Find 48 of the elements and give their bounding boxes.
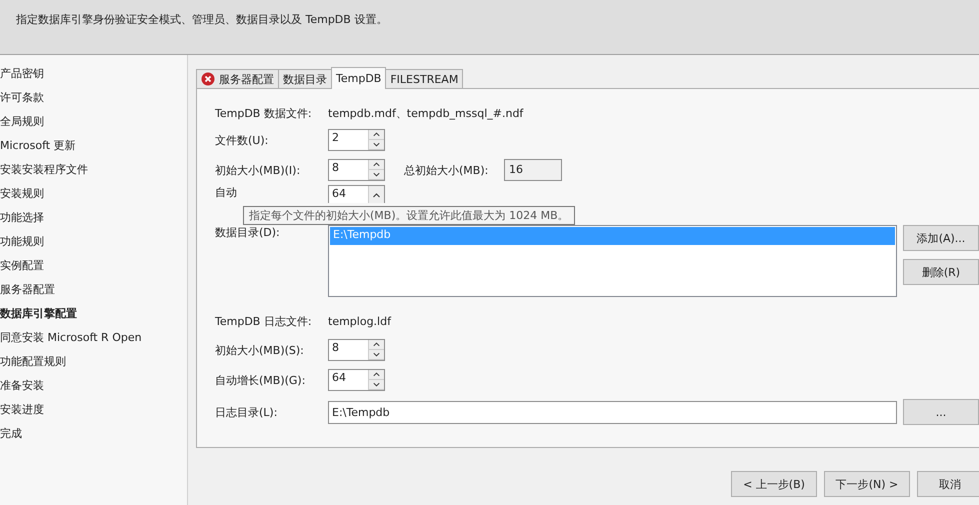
number-spinner[interactable]: 2: [328, 129, 385, 151]
number-spinner[interactable]: 64: [328, 369, 385, 391]
field-label: 初始大小(MB)(S):: [215, 342, 305, 358]
field-label: 总初始大小(MB):: [404, 162, 490, 178]
sidebar-item[interactable]: 安装安装程序文件: [0, 161, 187, 179]
back-button[interactable]: < 上一步(B): [731, 471, 817, 497]
file-names: tempdb.mdf、tempdb_mssql_#.ndf: [328, 106, 524, 120]
sidebar-item[interactable]: 全局规则: [0, 113, 187, 131]
sidebar-item[interactable]: 安装进度: [0, 401, 187, 419]
page-description: 指定数据库引擎身份验证安全模式、管理员、数据目录以及 TempDB 设置。: [16, 13, 388, 26]
sidebar-item[interactable]: 同意安装 Microsoft R Open: [0, 329, 187, 347]
browse-button[interactable]: ...: [903, 399, 979, 425]
sidebar-item[interactable]: 功能配置规则: [0, 353, 187, 371]
sidebar-item[interactable]: 功能选择: [0, 209, 187, 227]
field-label: TempDB 日志文件:: [215, 314, 313, 328]
cancel-button[interactable]: 取消: [917, 471, 979, 497]
tab[interactable]: 数据目录: [278, 69, 332, 89]
sidebar-item[interactable]: 安装规则: [0, 185, 187, 203]
sidebar-item[interactable]: Microsoft 更新: [0, 137, 187, 155]
tooltip: 指定每个文件的初始大小(MB)。设置允许此值最大为 1024 MB。: [243, 206, 575, 225]
field-label: 初始大小(MB)(I):: [215, 162, 302, 178]
field-label: 日志目录(L):: [215, 404, 278, 420]
field-label: 文件数(U):: [215, 132, 270, 148]
field-label: 数据目录(D):: [215, 225, 281, 240]
tab[interactable]: TempDB: [331, 67, 386, 89]
error-icon: [201, 72, 215, 86]
sidebar-item[interactable]: 完成: [0, 425, 187, 443]
total-field: 16: [504, 159, 562, 181]
sidebar-item[interactable]: 产品密钥: [0, 65, 187, 83]
field-label: 自动增长(MB)(G):: [215, 372, 306, 388]
number-spinner[interactable]: 64: [328, 185, 385, 203]
remove-button[interactable]: 删除(R): [903, 259, 979, 285]
sidebar-item[interactable]: 服务器配置: [0, 281, 187, 299]
file-names: templog.ldf: [328, 314, 391, 328]
field-label: TempDB 数据文件:: [215, 106, 313, 120]
sidebar-item[interactable]: 实例配置: [0, 257, 187, 275]
tab[interactable]: FILESTREAM: [385, 69, 464, 89]
number-spinner[interactable]: 8: [328, 159, 385, 181]
add-button[interactable]: 添加(A)...: [903, 225, 979, 251]
number-spinner[interactable]: 8: [328, 339, 385, 361]
sidebar-item[interactable]: 数据库引擎配置: [0, 305, 187, 323]
tab[interactable]: 服务器配置: [196, 69, 279, 89]
field-label: 自动: [215, 185, 238, 200]
sidebar-item[interactable]: 功能规则: [0, 233, 187, 251]
sidebar-item[interactable]: 许可条款: [0, 89, 187, 107]
log-directory-field[interactable]: E:\Tempdb: [328, 400, 897, 424]
sidebar-item[interactable]: 准备安装: [0, 377, 187, 395]
next-button[interactable]: 下一步(N) >: [824, 471, 910, 497]
